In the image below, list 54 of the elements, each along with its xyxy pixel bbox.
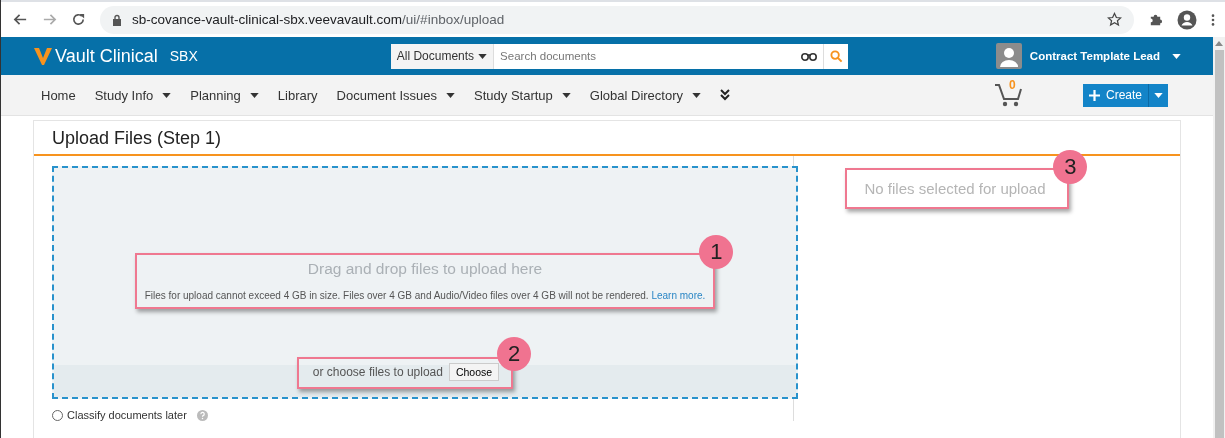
callout-number: 3: [1053, 150, 1088, 184]
chevrons-down-icon[interactable]: [720, 89, 730, 101]
logo-icon: [33, 46, 53, 66]
search-scope-dropdown[interactable]: All Documents: [390, 43, 495, 69]
choose-prompt: or choose files to upload: [312, 365, 443, 379]
callout-number: 2: [497, 337, 532, 371]
plus-icon: [1088, 89, 1100, 101]
more-icon[interactable]: [1211, 12, 1215, 27]
puzzle-icon[interactable]: [1148, 12, 1163, 27]
nav-item[interactable]: Document Issues: [336, 87, 456, 103]
nav-item[interactable]: Planning: [190, 87, 259, 103]
size-note: Files for upload cannot exceed 4 GB in size. Files over 4 GB and Audio/Video files over 4 GB will not be rendered. Learn more.: [144, 289, 706, 301]
caret-icon: [446, 92, 456, 98]
drop-zone[interactable]: Drag and drop files to upload here Files for upload cannot exceed 4 GB in size. Files over 4 GB and Audio/Video files over 4 GB will not be rendered. Learn more. 1 or choose files to upload Choose 2: [52, 166, 798, 399]
caret-icon: [692, 92, 701, 98]
environment-label: SBX: [169, 48, 198, 64]
page-title: Upload Files (Step 1): [34, 121, 1180, 156]
scrollbar[interactable]: [1213, 37, 1225, 438]
drop-heading: Drag and drop files to upload here: [306, 259, 544, 278]
create-button[interactable]: Create: [1082, 83, 1148, 107]
address-bar[interactable]: sb-covance-vault-clinical-sbx.veevavault.com/ui/#inbox/upload: [100, 5, 1134, 34]
caret-icon: [561, 92, 571, 98]
caret-icon[interactable]: [1172, 53, 1181, 59]
app-name: Vault Clinical: [55, 45, 158, 67]
callout-number: 1: [699, 234, 734, 269]
lock-icon: [112, 13, 122, 26]
nav-item[interactable]: Library: [277, 87, 318, 103]
cart-icon[interactable]: [993, 82, 1024, 108]
binoculars-icon[interactable]: [801, 51, 818, 61]
reload-icon[interactable]: [71, 12, 86, 27]
caret-icon: [249, 92, 259, 98]
nav-item[interactable]: Home: [41, 87, 76, 103]
cart-count: 0: [1008, 78, 1016, 92]
search-icon: [829, 49, 843, 63]
avatar-icon[interactable]: [995, 43, 1022, 69]
scroll-up-icon[interactable]: [1215, 41, 1223, 46]
profile-icon[interactable]: [1177, 9, 1197, 30]
radio-button[interactable]: [52, 409, 63, 421]
empty-message: No files selected for upload: [864, 180, 1046, 197]
create-menu-button[interactable]: [1148, 83, 1168, 107]
caret-icon: [1154, 92, 1163, 98]
url-text: sb-covance-vault-clinical-sbx.veevavault.com/ui/#inbox/upload: [132, 12, 506, 27]
learn-more-link[interactable]: Learn more.: [651, 289, 706, 301]
choose-button[interactable]: Choose: [448, 363, 500, 381]
nav-item[interactable]: Global Directory: [589, 87, 701, 103]
nav-item[interactable]: Study Info: [94, 87, 172, 103]
caret-icon: [162, 92, 172, 98]
back-icon[interactable]: [13, 12, 28, 27]
search-button[interactable]: [823, 43, 849, 69]
star-icon[interactable]: [1107, 12, 1122, 27]
user-menu[interactable]: Contract Template Lead: [1029, 50, 1160, 62]
caret-icon: [478, 53, 488, 59]
option-label: Classify documents later: [67, 409, 187, 421]
nav-item[interactable]: Study Startup: [474, 87, 571, 103]
